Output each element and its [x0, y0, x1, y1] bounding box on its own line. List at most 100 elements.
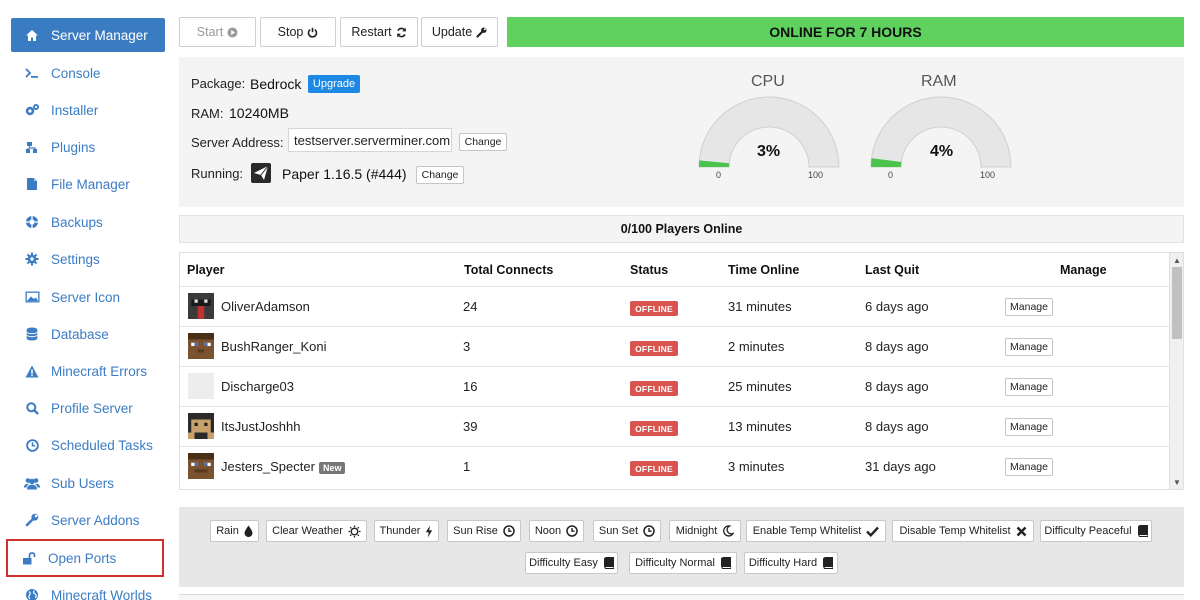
sidebar-item-label: Minecraft Worlds	[51, 587, 153, 600]
player-name[interactable]: ItsJustJoshhh	[221, 419, 301, 434]
table-row: OliverAdamson 24 OFFLINE 31 minutes 6 da…	[180, 286, 1170, 326]
difficulty-hard-button[interactable]: Difficulty Hard	[744, 552, 838, 574]
player-last-quit: 8 days ago	[865, 379, 929, 394]
package-value: Bedrock	[250, 76, 302, 92]
sidebar-item-installer[interactable]: Installer	[11, 93, 165, 127]
warning-icon	[23, 364, 41, 378]
noon-button[interactable]: Noon	[529, 520, 584, 542]
ram-gauge-min: 0	[888, 170, 894, 180]
sidebar-item-server-manager[interactable]: Server Manager	[11, 18, 165, 52]
table-scrollbar[interactable]: ▲ ▼	[1169, 253, 1183, 489]
column-header-status: Status	[630, 263, 669, 277]
column-header-last-quit: Last Quit	[865, 263, 920, 277]
sidebar-item-sub-users[interactable]: Sub Users	[11, 466, 165, 500]
clear-weather-button-label: Clear Weather	[272, 525, 343, 537]
thunder-button-label: Thunder	[379, 525, 421, 537]
disable-temp-whitelist-button[interactable]: Disable Temp Whitelist	[892, 520, 1034, 542]
sidebar-item-server-addons[interactable]: Server Addons	[11, 503, 165, 537]
ram-label: RAM:	[191, 106, 224, 121]
sidebar-item-open-ports[interactable]: Open Ports	[6, 539, 164, 577]
player-avatar	[188, 413, 214, 439]
sidebar-item-plugins[interactable]: Plugins	[11, 130, 165, 164]
refresh-icon	[396, 27, 407, 38]
running-version: Paper 1.16.5 (#444)	[282, 166, 407, 182]
player-name[interactable]: BushRanger_Koni	[221, 339, 327, 354]
stop-button[interactable]: Stop	[260, 17, 336, 47]
cpu-gauge-max: 100	[808, 170, 824, 180]
sidebar-item-file-manager[interactable]: File Manager	[11, 167, 165, 201]
lifebuoy-icon	[23, 215, 41, 229]
file-icon	[23, 177, 41, 191]
status-badge: OFFLINE	[630, 341, 678, 356]
player-last-quit: 6 days ago	[865, 299, 929, 314]
manage-button[interactable]: Manage	[1005, 338, 1053, 356]
sidebar-item-minecraft-errors[interactable]: Minecraft Errors	[11, 354, 165, 388]
player-connects: 39	[463, 419, 478, 434]
restart-button-label: Restart	[351, 25, 392, 39]
manage-button[interactable]: Manage	[1005, 298, 1053, 316]
sidebar-item-label: Plugins	[51, 139, 96, 155]
app-root: Server Manager Console Installer Plugins…	[0, 0, 1200, 600]
scroll-up-arrow-icon[interactable]: ▲	[1172, 255, 1182, 265]
cpu-gauge-value: 3%	[757, 143, 781, 160]
enable-temp-whitelist-button[interactable]: Enable Temp Whitelist	[746, 520, 886, 542]
table-row: BushRanger_Koni 3 OFFLINE 2 minutes 8 da…	[180, 326, 1170, 366]
difficulty-peaceful-button[interactable]: Difficulty Peaceful	[1040, 520, 1152, 542]
sidebar-item-server-icon[interactable]: Server Icon	[11, 280, 165, 314]
sun-set-button[interactable]: Sun Set	[593, 520, 661, 542]
book-icon	[603, 557, 614, 569]
player-name-cell[interactable]: Jesters_Specter New	[221, 459, 346, 474]
difficulty-normal-button[interactable]: Difficulty Normal	[629, 552, 737, 574]
start-button-label: Start	[196, 25, 224, 39]
players-online-header: 0/100 Players Online	[179, 215, 1184, 243]
sidebar-item-backups[interactable]: Backups	[11, 205, 165, 239]
server-address-field[interactable]: testserver.serverminer.com	[288, 128, 452, 152]
scroll-thumb[interactable]	[1172, 267, 1182, 339]
sitemap-icon	[23, 140, 41, 154]
change-address-button[interactable]: Change	[459, 133, 507, 151]
midnight-button[interactable]: Midnight	[669, 520, 741, 542]
update-button[interactable]: Update	[421, 17, 498, 47]
table-row: Jesters_Specter New 1 OFFLINE 3 minutes 3…	[180, 446, 1170, 486]
sidebar-item-minecraft-worlds[interactable]: Minecraft Worlds	[11, 578, 165, 600]
clear-weather-button[interactable]: Clear Weather	[266, 520, 367, 542]
player-time-online: 25 minutes	[728, 379, 792, 394]
difficulty-easy-button-label: Difficulty Easy	[529, 557, 598, 569]
stop-button-label: Stop	[277, 25, 304, 39]
cpu-gauge-min: 0	[716, 170, 722, 180]
sidebar-item-profile-server[interactable]: Profile Server	[11, 391, 165, 425]
sun-rise-button[interactable]: Sun Rise	[447, 520, 521, 542]
upgrade-button[interactable]: Upgrade	[308, 75, 360, 93]
player-name[interactable]: Discharge03	[221, 379, 294, 394]
terminal-icon	[23, 66, 41, 80]
sidebar-item-database[interactable]: Database	[11, 317, 165, 351]
sidebar-item-label: Server Icon	[51, 289, 121, 305]
scroll-down-arrow-icon[interactable]: ▼	[1172, 477, 1182, 487]
difficulty-easy-button[interactable]: Difficulty Easy	[525, 552, 618, 574]
player-last-quit: 8 days ago	[865, 339, 929, 354]
manage-button[interactable]: Manage	[1005, 418, 1053, 436]
server-address-label: Server Address:	[191, 135, 284, 150]
close-icon	[1016, 526, 1027, 537]
change-version-button[interactable]: Change	[416, 166, 464, 184]
gear-icon	[23, 252, 41, 266]
sidebar-item-scheduled-tasks[interactable]: Scheduled Tasks	[11, 428, 165, 462]
users-icon	[23, 476, 41, 490]
rain-button-label: Rain	[216, 525, 239, 537]
sidebar-item-settings[interactable]: Settings	[11, 242, 165, 276]
restart-button[interactable]: Restart	[340, 17, 418, 47]
player-name[interactable]: OliverAdamson	[221, 299, 310, 314]
sidebar: Server Manager Console Installer Plugins…	[0, 0, 170, 600]
sidebar-item-console[interactable]: Console	[11, 56, 165, 90]
sidebar-item-label: Installer	[51, 102, 99, 118]
rain-button[interactable]: Rain	[210, 520, 259, 542]
noon-button-label: Noon	[534, 525, 562, 537]
thunder-button[interactable]: Thunder	[374, 520, 439, 542]
book-icon	[720, 557, 731, 569]
start-button[interactable]: Start	[179, 17, 256, 47]
manage-button[interactable]: Manage	[1005, 458, 1053, 476]
new-badge: New	[318, 461, 346, 474]
sidebar-item-label: File Manager	[51, 176, 130, 192]
manage-button[interactable]: Manage	[1005, 378, 1053, 396]
sidebar-item-label: Backups	[51, 214, 103, 230]
